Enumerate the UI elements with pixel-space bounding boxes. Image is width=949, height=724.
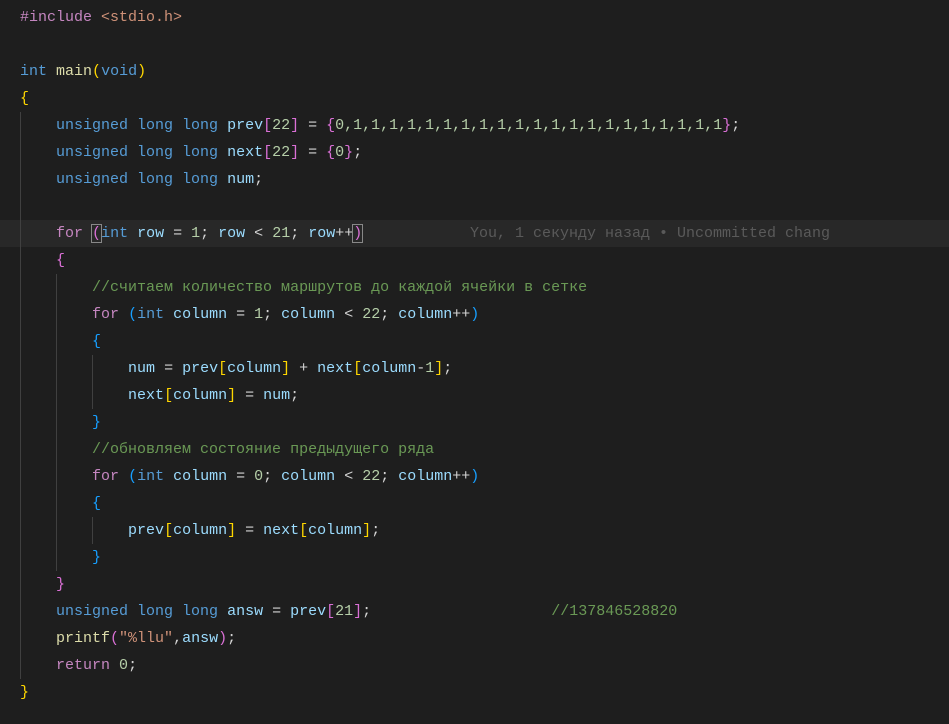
keyword-int: int (137, 306, 164, 323)
var-column: column (173, 522, 227, 539)
code-line-blank[interactable] (0, 31, 949, 58)
code-line[interactable]: printf("%llu",answ); (0, 625, 949, 652)
var-num: num (227, 171, 254, 188)
function-printf: printf (56, 630, 110, 647)
var-column: column (281, 306, 335, 323)
code-line[interactable]: //считаем количество маршрутов до каждой… (0, 274, 949, 301)
bracket-match-icon: ) (352, 224, 363, 243)
var-column: column (173, 306, 227, 323)
keyword-void: void (101, 63, 137, 80)
var-column: column (362, 360, 416, 377)
var-next: next (128, 387, 164, 404)
code-line[interactable]: } (0, 571, 949, 598)
code-line[interactable]: { (0, 247, 949, 274)
include-header: <stdio.h> (92, 9, 182, 26)
type-ull: unsigned long long (56, 171, 218, 188)
literal-0: 0 (335, 144, 344, 161)
literal-21: 21 (335, 603, 353, 620)
literal-22: 22 (362, 306, 380, 323)
code-line[interactable]: } (0, 409, 949, 436)
literal-0: 0 (254, 468, 263, 485)
code-line[interactable]: unsigned long long prev[22] = {0,1,1,1,1… (0, 112, 949, 139)
var-column: column (398, 468, 452, 485)
literal-0: 0 (119, 657, 128, 674)
var-prev: prev (182, 360, 218, 377)
var-num: num (128, 360, 155, 377)
type-ull: unsigned long long (56, 117, 218, 134)
code-line[interactable]: next[column] = num; (0, 382, 949, 409)
preproc-directive: #include (20, 9, 92, 26)
code-line[interactable]: prev[column] = next[column]; (0, 517, 949, 544)
comment: //считаем количество маршрутов до каждой… (92, 279, 587, 296)
literal-22: 22 (272, 117, 290, 134)
code-line[interactable]: for (int column = 0; column < 22; column… (0, 463, 949, 490)
keyword-for: for (56, 225, 83, 242)
var-column: column (173, 387, 227, 404)
string-fmt: "%llu" (119, 630, 173, 647)
code-line[interactable]: //обновляем состояние предыдущего ряда (0, 436, 949, 463)
var-next: next (263, 522, 299, 539)
var-prev: prev (290, 603, 326, 620)
code-line-blank[interactable] (0, 193, 949, 220)
comment-result: //137846528820 (551, 603, 677, 620)
var-num: num (263, 387, 290, 404)
array-init: 0,1,1,1,1,1,1,1,1,1,1,1,1,1,1,1,1,1,1,1,… (335, 117, 722, 134)
var-prev: prev (128, 522, 164, 539)
code-line[interactable]: num = prev[column] + next[column-1]; (0, 355, 949, 382)
var-next: next (317, 360, 353, 377)
keyword-int: int (20, 63, 47, 80)
var-answ: answ (182, 630, 218, 647)
type-ull: unsigned long long (56, 603, 218, 620)
var-column: column (281, 468, 335, 485)
comment: //обновляем состояние предыдущего ряда (92, 441, 434, 458)
code-line[interactable]: #include <stdio.h> (0, 4, 949, 31)
var-row: row (137, 225, 164, 242)
var-column: column (227, 360, 281, 377)
keyword-for: for (92, 306, 119, 323)
literal-1: 1 (254, 306, 263, 323)
var-answ: answ (227, 603, 263, 620)
code-line[interactable]: unsigned long long num; (0, 166, 949, 193)
keyword-for: for (92, 468, 119, 485)
code-line[interactable]: { (0, 328, 949, 355)
code-line[interactable]: { (0, 85, 949, 112)
code-line[interactable]: } (0, 679, 949, 706)
literal-22: 22 (362, 468, 380, 485)
literal-22: 22 (272, 144, 290, 161)
code-line[interactable]: int main(void) (0, 58, 949, 85)
var-column: column (173, 468, 227, 485)
keyword-int: int (137, 468, 164, 485)
code-line-current[interactable]: for (int row = 1; row < 21; row++)You, 1… (0, 220, 949, 247)
var-prev: prev (227, 117, 263, 134)
function-main: main (56, 63, 92, 80)
literal-21: 21 (272, 225, 290, 242)
var-column: column (398, 306, 452, 323)
code-line[interactable]: for (int column = 1; column < 22; column… (0, 301, 949, 328)
keyword-return: return (56, 657, 110, 674)
var-row: row (308, 225, 335, 242)
literal-1: 1 (425, 360, 434, 377)
git-blame-annotation: You, 1 секунду назад • Uncommitted chang (470, 220, 830, 247)
var-column: column (308, 522, 362, 539)
var-row: row (218, 225, 245, 242)
literal-1: 1 (191, 225, 200, 242)
code-line[interactable]: return 0; (0, 652, 949, 679)
code-line[interactable]: unsigned long long next[22] = {0}; (0, 139, 949, 166)
var-next: next (227, 144, 263, 161)
keyword-int: int (101, 225, 128, 242)
type-ull: unsigned long long (56, 144, 218, 161)
code-line[interactable]: { (0, 490, 949, 517)
code-line[interactable]: unsigned long long answ = prev[21]; //13… (0, 598, 949, 625)
code-line[interactable]: } (0, 544, 949, 571)
